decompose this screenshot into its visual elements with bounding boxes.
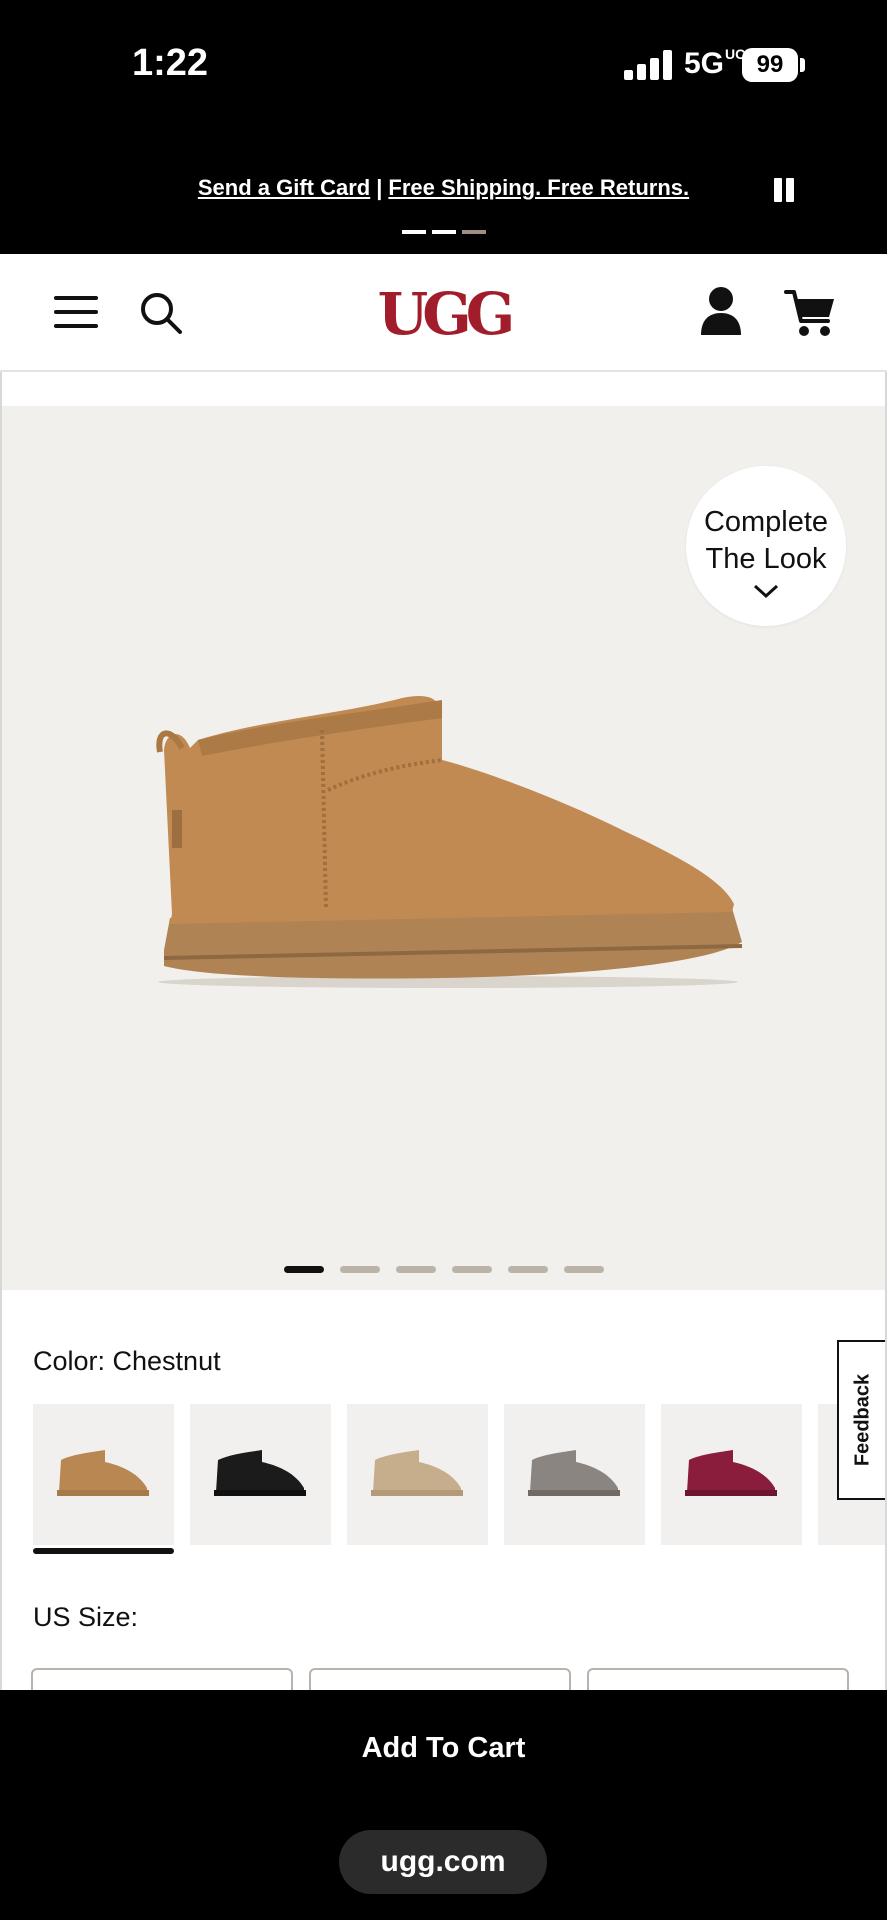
network-indicator: 5GUC: [684, 46, 746, 80]
carousel-dot[interactable]: [340, 1266, 380, 1273]
color-label: Color: Chestnut: [33, 1346, 221, 1376]
chevron-down-icon: [753, 584, 779, 599]
pause-icon[interactable]: [772, 178, 796, 202]
site-header: UGG: [0, 254, 887, 372]
carousel-pagination: [284, 1266, 608, 1274]
promo-banner: Send a Gift Card | Free Shipping. Free Ret…: [0, 130, 887, 254]
swatch-black[interactable]: [190, 1404, 331, 1545]
swatch-burgundy[interactable]: [661, 1404, 802, 1545]
battery-icon: 99: [742, 48, 798, 82]
carousel-dot[interactable]: [284, 1266, 324, 1273]
promo-separator: |: [376, 175, 383, 200]
browser-url-bar[interactable]: ugg.com: [339, 1830, 547, 1894]
swatch-grey[interactable]: [504, 1404, 645, 1545]
free-shipping-link[interactable]: Free Shipping. Free Returns.: [388, 175, 689, 200]
account-icon[interactable]: [700, 286, 742, 336]
battery-level: 99: [756, 51, 784, 78]
product-image-carousel[interactable]: Complete The Look: [2, 406, 885, 1290]
complete-the-look-button[interactable]: Complete The Look: [686, 466, 846, 626]
size-option[interactable]: [587, 1668, 849, 1690]
cart-icon[interactable]: [784, 288, 836, 338]
size-option[interactable]: [31, 1668, 293, 1690]
size-label: US Size:: [33, 1602, 139, 1632]
promo-links: Send a Gift Card | Free Shipping. Free Ret…: [0, 175, 887, 201]
battery-nub: [800, 58, 805, 72]
status-time: 1:22: [132, 42, 209, 84]
carousel-dot[interactable]: [452, 1266, 492, 1273]
product-page: Complete The Look Color: Chestnut Feedba…: [0, 372, 887, 1690]
carousel-dot[interactable]: [508, 1266, 548, 1273]
promo-pagination: [402, 230, 488, 234]
color-swatches: [33, 1404, 885, 1554]
swatch-sand[interactable]: [347, 1404, 488, 1545]
status-bar: 1:22 5GUC 99: [0, 0, 887, 130]
add-to-cart-button[interactable]: Add To Cart: [0, 1732, 887, 1765]
carousel-dot[interactable]: [396, 1266, 436, 1273]
size-option[interactable]: [309, 1668, 571, 1690]
signal-icon: [624, 50, 676, 80]
ugg-logo[interactable]: UGG: [0, 280, 887, 348]
feedback-tab[interactable]: Feedback: [837, 1340, 885, 1500]
carousel-dot[interactable]: [564, 1266, 604, 1273]
swatch-chestnut[interactable]: [33, 1404, 174, 1554]
bottom-bar: Add To Cart ugg.com: [0, 1690, 887, 1920]
gift-card-link[interactable]: Send a Gift Card: [198, 175, 370, 200]
product-image: [156, 696, 743, 988]
